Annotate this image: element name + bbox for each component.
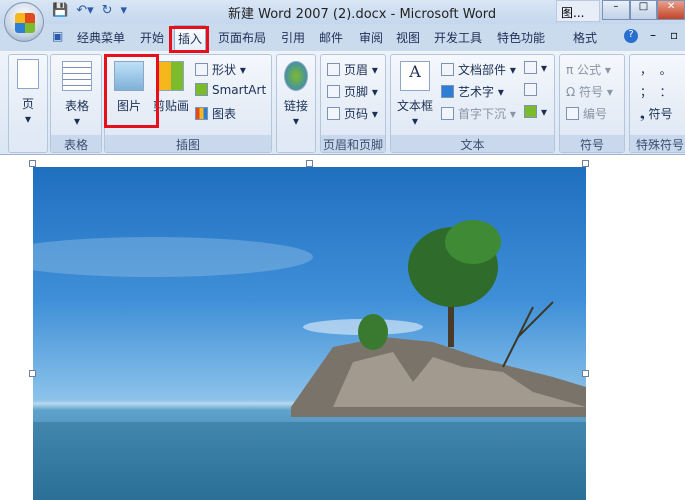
tab-home[interactable]: 开始 bbox=[140, 29, 164, 46]
save-icon[interactable]: 💾 bbox=[52, 3, 68, 18]
clipart-icon bbox=[158, 61, 184, 91]
chart-icon bbox=[195, 107, 208, 120]
special-symbol-comma[interactable]: ， 。 bbox=[640, 61, 672, 78]
textbox-icon: A bbox=[400, 61, 430, 91]
numbering-button[interactable]: 编号 bbox=[566, 105, 607, 122]
page-label: 页 bbox=[21, 97, 34, 111]
customize-qat-icon[interactable]: ▾ bbox=[121, 3, 128, 18]
highlight-picture-button bbox=[104, 54, 159, 128]
office-button[interactable] bbox=[4, 2, 44, 42]
ribbon-restore-icon[interactable]: ▫ bbox=[670, 28, 678, 42]
resize-handle-top[interactable] bbox=[306, 160, 313, 167]
tab-view[interactable]: 视图 bbox=[396, 29, 420, 46]
group-links: 链接 ▾ bbox=[276, 54, 316, 153]
header-button[interactable]: 页眉 ▾ bbox=[327, 61, 378, 78]
page-button[interactable]: 页 ▾ bbox=[12, 59, 44, 126]
smartart-button[interactable]: SmartArt bbox=[195, 83, 266, 97]
resize-handle-top-left[interactable] bbox=[29, 160, 36, 167]
table-label: 表格 bbox=[64, 99, 89, 113]
equation-button[interactable]: π 公式 ▾ bbox=[566, 61, 611, 78]
dropcap-icon bbox=[441, 107, 454, 120]
resize-handle-top-right[interactable] bbox=[582, 160, 589, 167]
object-icon[interactable]: ▾ bbox=[524, 105, 547, 119]
inserted-picture[interactable] bbox=[33, 167, 586, 500]
ribbon-minimize-icon[interactable]: – bbox=[650, 28, 656, 42]
page-icon bbox=[17, 59, 39, 89]
ribbon: 页 ▾ 表格 ▾ 表格 图片 剪贴画 形状 ▾ SmartArt 图表 插图 链接 ▾… bbox=[0, 51, 685, 155]
shapes-icon bbox=[195, 63, 208, 76]
tab-developer[interactable]: 开发工具 bbox=[434, 29, 482, 46]
group-label-table: 表格 bbox=[51, 135, 101, 152]
signature-line-icon[interactable]: ▾ bbox=[524, 61, 547, 75]
omega-icon: Ω bbox=[566, 85, 579, 99]
group-table: 表格 ▾ 表格 bbox=[50, 54, 102, 153]
pi-icon: π bbox=[566, 63, 578, 77]
maximize-button[interactable]: □ bbox=[629, 0, 658, 20]
page-number-icon bbox=[327, 107, 340, 120]
close-button[interactable]: ✕ bbox=[657, 0, 685, 20]
group-label-header-footer: 页眉和页脚 bbox=[321, 135, 385, 152]
header-icon bbox=[327, 63, 340, 76]
tab-classic-menu[interactable]: 经典菜单 bbox=[77, 29, 125, 46]
resize-handle-left[interactable] bbox=[29, 370, 36, 377]
group-text: A 文本框 ▾ 文档部件 ▾ 艺术字 ▾ 首字下沉 ▾ ▾ ▾ 文本 bbox=[390, 54, 555, 153]
window-title: 新建 Word 2007 (2).docx - Microsoft Word bbox=[228, 7, 497, 22]
resize-handle-right[interactable] bbox=[582, 370, 589, 377]
group-symbols: π 公式 ▾ Ω 符号 ▾ 编号 符号 bbox=[559, 54, 625, 153]
links-label: 链接 bbox=[283, 99, 308, 113]
shapes-button[interactable]: 形状 ▾ bbox=[195, 61, 246, 78]
wordart-button[interactable]: 艺术字 ▾ bbox=[441, 83, 504, 100]
landscape-image bbox=[33, 220, 586, 500]
textbox-label: 文本框 bbox=[396, 99, 433, 113]
links-button[interactable]: 链接 ▾ bbox=[280, 61, 312, 128]
special-symbol-semicolon[interactable]: ； ： bbox=[640, 83, 672, 100]
tab-format[interactable]: 格式 bbox=[573, 29, 597, 46]
datetime-icon[interactable] bbox=[524, 83, 541, 97]
tab-page-layout[interactable]: 页面布局 bbox=[218, 29, 266, 46]
redo-icon[interactable]: ↻ bbox=[102, 3, 113, 18]
group-label-symbols: 符号 bbox=[560, 135, 624, 152]
title-bar: 💾 ↶▾ ↻ ▾ 新建 Word 2007 (2).docx - Microso… bbox=[0, 0, 685, 24]
table-button[interactable]: 表格 ▾ bbox=[55, 61, 99, 128]
tab-mailings[interactable]: 邮件 bbox=[319, 29, 343, 46]
textbox-button[interactable]: A 文本框 ▾ bbox=[394, 61, 436, 128]
chart-button[interactable]: 图表 bbox=[195, 105, 236, 122]
tab-references[interactable]: 引用 bbox=[281, 29, 305, 46]
undo-icon[interactable]: ↶▾ bbox=[76, 3, 93, 18]
special-symbol-button[interactable]: ❟ 符号 bbox=[640, 105, 673, 122]
group-label-illustrations: 插图 bbox=[105, 135, 271, 152]
tab-review[interactable]: 审阅 bbox=[359, 29, 383, 46]
footer-button[interactable]: 页脚 ▾ bbox=[327, 83, 378, 100]
links-icon bbox=[284, 61, 308, 91]
taskbar-picture-item[interactable]: 图... bbox=[556, 0, 600, 22]
table-icon bbox=[62, 61, 92, 91]
wordart-icon bbox=[441, 85, 454, 98]
footer-icon bbox=[327, 85, 340, 98]
quickparts-icon bbox=[441, 63, 454, 76]
group-special-symbols: ， 。 ； ： ❟ 符号 特殊符号 bbox=[629, 54, 685, 153]
smartart-icon bbox=[195, 83, 208, 96]
quickparts-button[interactable]: 文档部件 ▾ bbox=[441, 61, 516, 78]
group-label-text: 文本 bbox=[391, 135, 554, 152]
group-header-footer: 页眉 ▾ 页脚 ▾ 页码 ▾ 页眉和页脚 bbox=[320, 54, 386, 153]
quick-access-toolbar: 💾 ↶▾ ↻ ▾ bbox=[52, 3, 127, 18]
tab-features[interactable]: 特色功能 bbox=[497, 29, 545, 46]
highlight-insert-tab bbox=[169, 26, 209, 53]
ribbon-tabs: ▣ 经典菜单 开始 插入 页面布局 引用 邮件 审阅 视图 开发工具 特色功能 … bbox=[0, 24, 685, 51]
numbering-icon bbox=[566, 107, 579, 120]
office-logo-icon bbox=[15, 13, 35, 33]
dropcap-button[interactable]: 首字下沉 ▾ bbox=[441, 105, 516, 122]
group-page: 页 ▾ bbox=[8, 54, 48, 153]
symbol-button[interactable]: Ω 符号 ▾ bbox=[566, 83, 613, 100]
minimize-button[interactable]: – bbox=[602, 0, 630, 20]
word-icon: ▣ bbox=[52, 29, 64, 43]
page-number-button[interactable]: 页码 ▾ bbox=[327, 105, 378, 122]
help-icon[interactable]: ? bbox=[624, 29, 638, 43]
group-label-special: 特殊符号 bbox=[630, 135, 685, 152]
